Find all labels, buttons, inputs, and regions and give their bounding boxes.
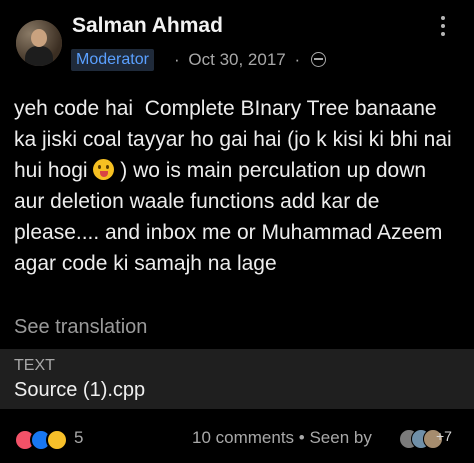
- post-meta: · Oct 30, 2017 ·: [170, 48, 326, 72]
- seen-by-label[interactable]: Seen by: [309, 428, 371, 447]
- author-name[interactable]: Salman Ahmad: [72, 14, 223, 38]
- moderator-badge: Moderator: [71, 49, 154, 71]
- meta-separator: ·: [294, 50, 301, 69]
- more-options-icon[interactable]: [436, 14, 450, 38]
- haha-reaction-icon[interactable]: [46, 429, 68, 451]
- meta-separator: •: [298, 428, 310, 447]
- meta-separator: ·: [174, 50, 180, 69]
- post-date[interactable]: Oct 30, 2017: [188, 50, 285, 69]
- seen-extra-count[interactable]: +7: [436, 428, 452, 444]
- attachment-type-label: TEXT: [14, 357, 55, 374]
- globe-icon: [310, 52, 326, 67]
- comments-seen-summary: 10 comments • Seen by: [192, 428, 372, 448]
- see-translation-link[interactable]: See translation: [14, 316, 147, 339]
- file-attachment[interactable]: TEXT Source (1).cpp: [0, 349, 474, 409]
- post-body: yeh code hai Complete BInary Tree banaan…: [14, 93, 459, 279]
- attachment-file-name[interactable]: Source (1).cpp: [14, 379, 145, 402]
- tongue-out-emoji-icon: [93, 159, 115, 180]
- reaction-count[interactable]: 5: [74, 428, 83, 448]
- comments-count[interactable]: 10 comments: [192, 428, 294, 447]
- post-footer: 5 10 comments • Seen by +7: [0, 420, 474, 460]
- author-avatar[interactable]: [16, 20, 62, 66]
- post-header: Salman Ahmad Moderator · Oct 30, 2017 ·: [0, 0, 474, 80]
